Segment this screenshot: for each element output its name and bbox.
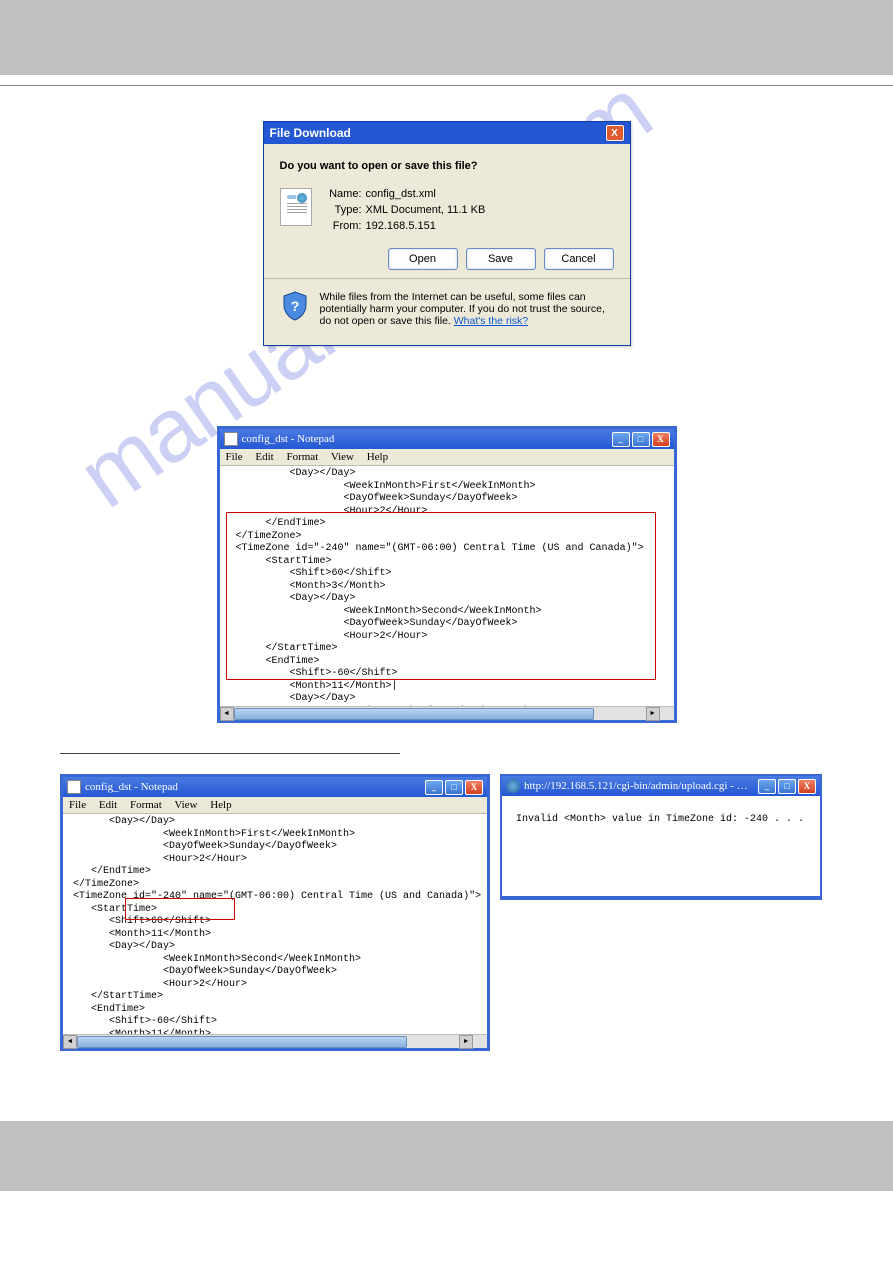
menu-help[interactable]: Help [210,799,231,811]
scroll-thumb[interactable] [234,708,594,720]
ie-error-window: http://192.168.5.121/cgi-bin/admin/uploa… [500,774,822,900]
scrollbar-horizontal[interactable]: ◄ ► [220,706,674,720]
page-footer-band [0,1121,893,1191]
ie-body-text: Invalid <Month> value in TimeZone id: -2… [502,796,820,896]
dialog-title: File Download [270,126,351,140]
file-icon [280,188,312,226]
scroll-left-icon[interactable]: ◄ [220,707,234,721]
close-icon[interactable]: X [798,779,816,794]
globe-icon [296,192,308,204]
close-icon[interactable]: X [465,780,483,795]
notepad1-titlebar[interactable]: config_dst - Notepad _ □ X [220,429,674,449]
ie-icon [506,779,520,793]
notepad1-menubar[interactable]: File Edit Format View Help [220,449,674,466]
notepad-window-1: config_dst - Notepad _ □ X File Edit For… [217,426,677,723]
menu-edit[interactable]: Edit [99,799,117,811]
highlight-box [226,512,656,680]
page-header-band [0,0,893,75]
warning-text: While files from the Internet can be use… [320,291,612,327]
notepad-icon [224,432,238,446]
scroll-right-icon[interactable]: ► [646,707,660,721]
notepad-window-2: config_dst - Notepad _ □ X File Edit For… [60,774,490,1051]
notepad2-title: config_dst - Notepad [85,781,178,793]
menu-view[interactable]: View [174,799,197,811]
section-divider [60,753,400,754]
file-download-dialog: File Download X Do you want to open or s… [263,121,631,346]
minimize-icon[interactable]: _ [425,780,443,795]
close-icon[interactable]: X [606,125,624,141]
close-icon[interactable]: X [652,432,670,447]
menu-format[interactable]: Format [286,451,318,463]
value-type: XML Document, 11.1 KB [366,204,486,216]
menu-help[interactable]: Help [367,451,388,463]
notepad2-content[interactable]: <Day></Day> <WeekInMonth>First</WeekInMo… [63,814,487,1034]
menu-file[interactable]: File [226,451,243,463]
shield-icon: ? [282,291,308,321]
scroll-thumb[interactable] [77,1036,407,1048]
ie-titlebar[interactable]: http://192.168.5.121/cgi-bin/admin/uploa… [502,776,820,796]
highlight-box [125,898,235,920]
scrollbar-horizontal[interactable]: ◄ ► [63,1034,487,1048]
open-button[interactable]: Open [388,248,458,270]
dialog-titlebar[interactable]: File Download X [264,122,630,144]
menu-view[interactable]: View [331,451,354,463]
notepad2-menubar[interactable]: File Edit Format View Help [63,797,487,814]
ie-bottom-border [502,896,820,898]
minimize-icon[interactable]: _ [612,432,630,447]
label-type: Type: [328,204,366,216]
label-from: From: [328,220,366,232]
maximize-icon[interactable]: □ [778,779,796,794]
maximize-icon[interactable]: □ [632,432,650,447]
dialog-prompt: Do you want to open or save this file? [280,160,614,172]
notepad-icon [67,780,81,794]
menu-format[interactable]: Format [130,799,162,811]
notepad2-titlebar[interactable]: config_dst - Notepad _ □ X [63,777,487,797]
whats-the-risk-link[interactable]: What's the risk? [454,315,528,327]
maximize-icon[interactable]: □ [445,780,463,795]
ie-title: http://192.168.5.121/cgi-bin/admin/uploa… [524,780,754,792]
scroll-right-icon[interactable]: ► [459,1035,473,1049]
value-name: config_dst.xml [366,188,486,200]
notepad1-title: config_dst - Notepad [242,433,335,445]
value-from: 192.168.5.151 [366,220,486,232]
minimize-icon[interactable]: _ [758,779,776,794]
label-name: Name: [328,188,366,200]
menu-edit[interactable]: Edit [255,451,273,463]
menu-file[interactable]: File [69,799,86,811]
scroll-left-icon[interactable]: ◄ [63,1035,77,1049]
save-button[interactable]: Save [466,248,536,270]
cancel-button[interactable]: Cancel [544,248,614,270]
svg-text:?: ? [290,298,299,314]
